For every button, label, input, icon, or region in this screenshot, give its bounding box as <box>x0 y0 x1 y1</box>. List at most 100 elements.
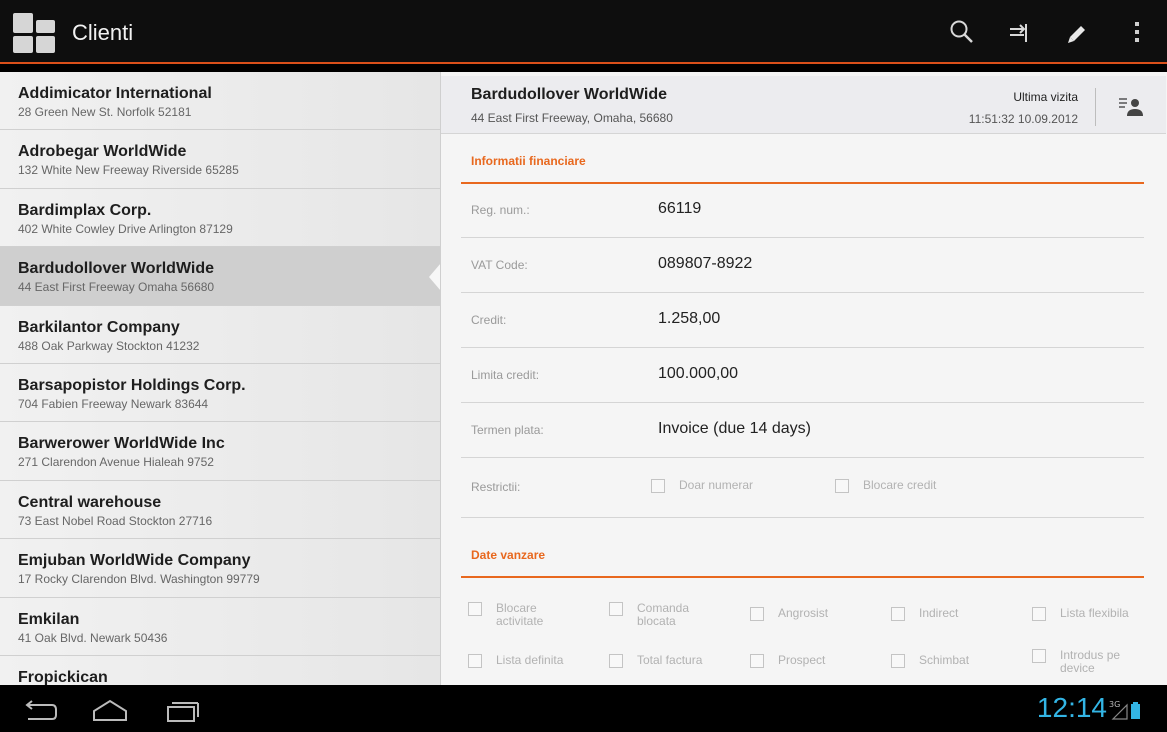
client-address: 41 Oak Blvd. Newark 50436 <box>18 630 168 645</box>
last-visit-label: Ultima vizita <box>1013 90 1078 104</box>
option-checkbox[interactable]: Blocare activitate <box>468 602 566 628</box>
checkbox-label: Lista definita <box>496 653 564 667</box>
field-row: Credit: 1.258,00 <box>461 293 1144 348</box>
field-label: VAT Code: <box>471 258 528 272</box>
checkbox-box[interactable] <box>1032 607 1046 621</box>
checkbox-label: Indirect <box>919 606 959 620</box>
client-name: Central warehouse <box>18 493 162 511</box>
field-row: Limita credit: 100.000,00 <box>461 348 1144 403</box>
edit-icon[interactable] <box>1057 12 1097 52</box>
checkbox-box[interactable] <box>609 654 623 668</box>
checkbox-label: Blocare activitate <box>496 601 544 628</box>
field-value: 66119 <box>658 200 702 217</box>
option-checkbox[interactable]: Comanda blocata <box>609 602 707 628</box>
restriction-cash-only-checkbox[interactable]: Doar numerar <box>651 479 753 493</box>
client-name: Barsapopistor Holdings Corp. <box>18 376 246 394</box>
checkbox-label: Lista flexibila <box>1060 606 1129 620</box>
system-navigation-bar: 12:14 3G <box>0 685 1167 732</box>
app-icon[interactable] <box>13 13 55 53</box>
restrictions-label: Restrictii: <box>471 480 521 494</box>
field-value: Invoice (due 14 days) <box>658 420 811 437</box>
detail-header: Bardudollover WorldWide 44 East First Fr… <box>441 76 1166 134</box>
checkbox-label: Blocare credit <box>863 478 937 492</box>
list-item[interactable]: Bardimplax Corp. 402 White Cowley Drive … <box>0 189 440 248</box>
checkbox-label: Introdus pe device <box>1060 648 1121 675</box>
option-checkbox[interactable]: Prospect <box>750 654 825 668</box>
client-address: 488 Oak Parkway Stockton 41232 <box>18 338 200 353</box>
option-checkbox[interactable]: Introdus pe device <box>1032 649 1130 675</box>
checkbox-label: Schimbat <box>919 653 970 667</box>
client-address: 17 Rocky Clarendon Blvd. Washington 9977… <box>18 572 260 587</box>
field-row: VAT Code: 089807-8922 <box>461 238 1144 293</box>
client-name: Addimicator International <box>18 85 212 102</box>
client-name: Bardimplax Corp. <box>18 201 152 219</box>
option-checkbox[interactable]: Schimbat <box>891 654 969 668</box>
checkbox-box[interactable] <box>651 479 665 493</box>
checkbox-label: Comanda blocata <box>637 601 690 628</box>
client-address: 28 Green New St. Norfolk 52181 <box>18 105 192 119</box>
checkbox-box[interactable] <box>835 479 849 493</box>
client-address: 132 White New Freeway Riverside 65285 <box>18 163 239 178</box>
option-checkbox[interactable]: Lista definita <box>468 654 563 668</box>
sales-section-title: Date vanzare <box>471 548 546 562</box>
checkbox-box[interactable] <box>609 602 623 616</box>
home-icon[interactable] <box>88 693 132 725</box>
action-bar: Clienti <box>0 0 1167 64</box>
client-name: Emkilan <box>18 610 80 628</box>
contact-list-icon[interactable] <box>1116 91 1146 121</box>
field-row: Termen plata: Invoice (due 14 days) <box>461 403 1144 458</box>
client-name: Fropickican <box>18 668 108 685</box>
field-row: Reg. num.: 66119 <box>461 183 1144 238</box>
recent-apps-icon[interactable] <box>160 693 204 725</box>
signal-battery-icon: 3G <box>1109 699 1145 726</box>
restrictions-row: Restrictii: Doar numerar Blocare credit <box>461 458 1144 518</box>
client-address: 271 Clarendon Avenue Hialeah 9752 <box>18 455 214 470</box>
option-checkbox[interactable]: Angrosist <box>750 607 828 621</box>
field-label: Reg. num.: <box>471 203 530 217</box>
overflow-menu-icon[interactable] <box>1117 12 1157 52</box>
option-checkbox[interactable]: Indirect <box>891 607 958 621</box>
option-checkbox[interactable]: Lista flexibila <box>1032 607 1129 621</box>
last-visit-time: 11:51:32 10.09.2012 <box>968 112 1078 126</box>
sort-icon[interactable] <box>1000 12 1040 52</box>
list-item[interactable]: Adrobegar WorldWide 132 White New Freewa… <box>0 130 440 189</box>
checkbox-box[interactable] <box>750 654 764 668</box>
list-item-selected[interactable]: Bardudollover WorldWide 44 East First Fr… <box>0 247 440 306</box>
checkbox-box[interactable] <box>891 654 905 668</box>
list-item[interactable]: Barsapopistor Holdings Corp. 704 Fabien … <box>0 364 440 423</box>
client-name: Adrobegar WorldWide <box>18 143 187 161</box>
checkbox-box[interactable] <box>468 602 482 616</box>
header-divider <box>1095 88 1096 126</box>
checkbox-label: Angrosist <box>778 606 829 620</box>
client-address: 704 Fabien Freeway Newark 83644 <box>18 396 209 411</box>
list-item[interactable]: Emjuban WorldWide Company 17 Rocky Clare… <box>0 539 440 598</box>
search-icon[interactable] <box>942 12 982 52</box>
client-name: Barwerower WorldWide Inc <box>18 435 225 453</box>
list-item[interactable]: Addimicator International 28 Green New S… <box>0 72 440 131</box>
checkbox-box[interactable] <box>891 607 905 621</box>
checkbox-label: Prospect <box>778 653 826 667</box>
client-name: Emjuban WorldWide Company <box>18 552 251 570</box>
list-item[interactable]: Barwerower WorldWide Inc 271 Clarendon A… <box>0 422 440 481</box>
detail-client-address: 44 East First Freeway, Omaha, 56680 <box>471 111 673 125</box>
field-value: 1.258,00 <box>658 310 721 327</box>
detail-client-name: Bardudollover WorldWide <box>471 86 668 103</box>
list-item[interactable]: Central warehouse 73 East Nobel Road Sto… <box>0 481 440 540</box>
back-icon[interactable] <box>18 693 62 725</box>
client-address: 44 East First Freeway Omaha 56680 <box>18 280 215 295</box>
list-item[interactable]: Emkilan 41 Oak Blvd. Newark 50436 <box>0 598 440 656</box>
list-item[interactable]: Fropickican <box>0 656 440 685</box>
list-item[interactable]: Barkilantor Company 488 Oak Parkway Stoc… <box>0 306 440 364</box>
section-divider <box>461 576 1144 578</box>
client-list[interactable]: Addimicator International 28 Green New S… <box>0 72 440 685</box>
field-label: Termen plata: <box>471 423 544 437</box>
client-detail-panel: Bardudollover WorldWide 44 East First Fr… <box>440 72 1167 685</box>
checkbox-label: Doar numerar <box>679 478 754 492</box>
field-label: Limita credit: <box>471 368 540 382</box>
checkbox-box[interactable] <box>1032 649 1046 663</box>
checkbox-box[interactable] <box>750 607 764 621</box>
option-checkbox[interactable]: Total factura <box>609 654 702 668</box>
financial-section-title: Informatii financiare <box>471 154 586 168</box>
restriction-credit-block-checkbox[interactable]: Blocare credit <box>835 479 936 493</box>
checkbox-box[interactable] <box>468 654 482 668</box>
